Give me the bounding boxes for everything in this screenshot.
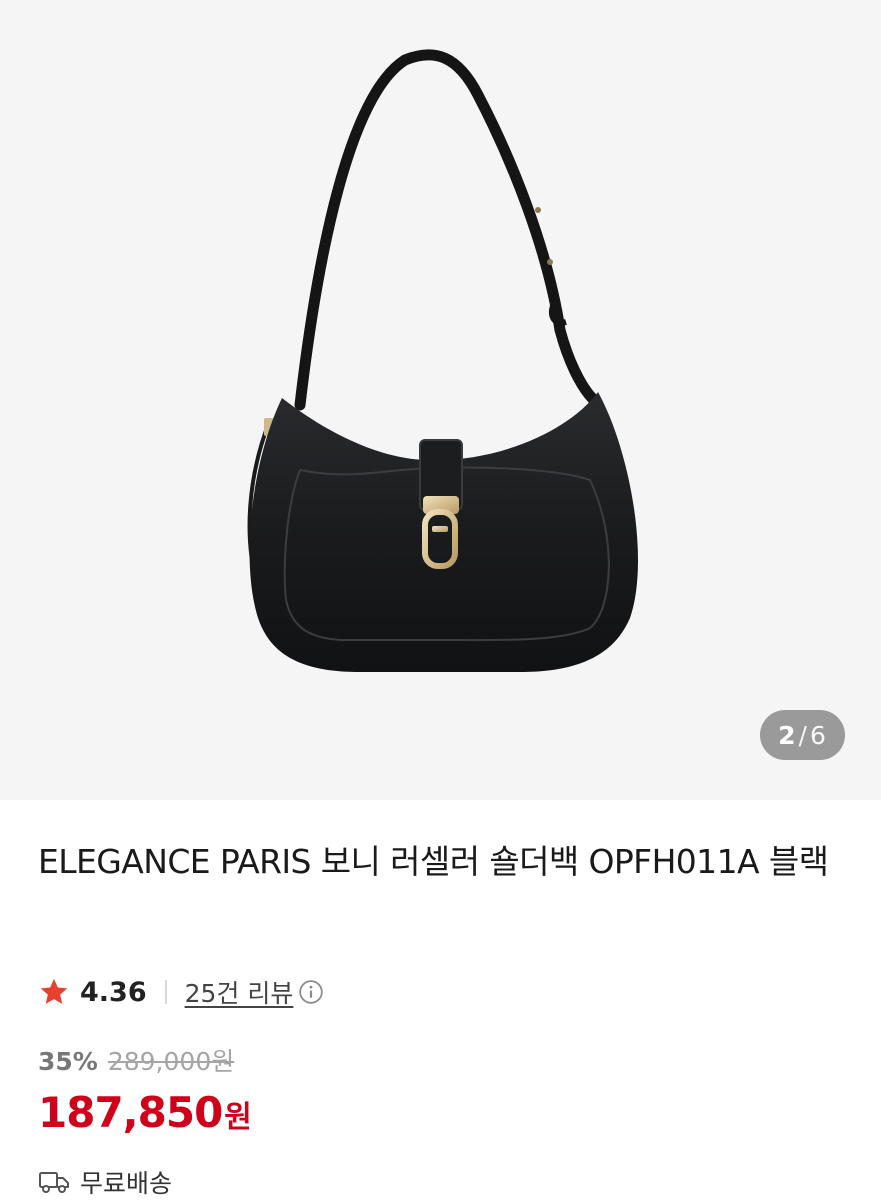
sale-price-row: 187,850 원 [38, 1088, 252, 1137]
review-count-link[interactable]: 25건 리뷰 [185, 974, 294, 1010]
discount-rate: 35% [38, 1047, 98, 1076]
product-info: ELEGANCE PARIS 보니 러셀러 숄더백 OPFH011A 블랙 [38, 835, 848, 889]
info-icon[interactable] [298, 979, 324, 1005]
rating-value: 4.36 [80, 976, 147, 1008]
rating-divider [164, 980, 167, 1004]
image-counter: 2 / 6 [760, 710, 845, 760]
image-counter-total: 6 [809, 720, 827, 750]
original-price: 289,000원 [107, 1047, 235, 1076]
discount-row: 35% 289,000원 [38, 1042, 234, 1078]
product-photo [247, 49, 639, 672]
shipping-info: 무료배송 [38, 1164, 172, 1200]
rating-row: 4.36 25건 리뷰 [38, 972, 324, 1012]
sale-price: 187,850 [38, 1088, 223, 1137]
truck-icon [39, 1172, 69, 1193]
image-counter-current: 2 [778, 720, 797, 750]
shipping-text: 무료배송 [80, 1169, 173, 1198]
product-image-gallery[interactable]: 2 / 6 [0, 0, 881, 800]
sale-price-unit: 원 [224, 1100, 252, 1135]
product-title: ELEGANCE PARIS 보니 러셀러 숄더백 OPFH011A 블랙 [38, 842, 829, 881]
image-counter-separator: / [798, 720, 808, 750]
star-icon [40, 978, 68, 1004]
